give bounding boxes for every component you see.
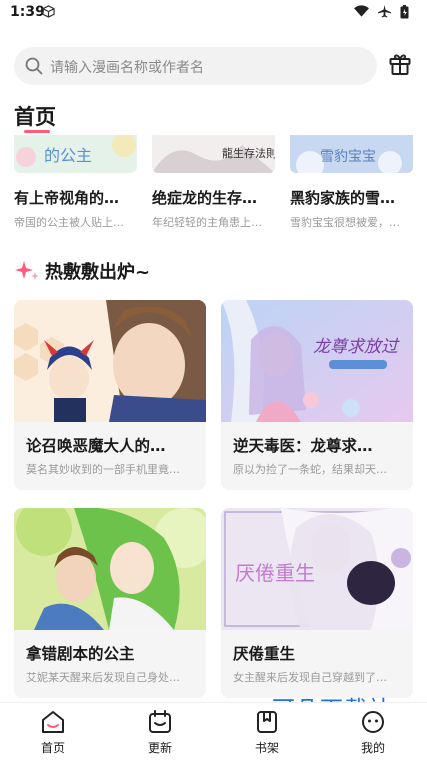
comic-title[interactable]: 有上帝视角的… [14, 187, 137, 208]
tab-label: 更新 [147, 741, 172, 755]
page-title: 首页 [14, 105, 56, 129]
wifi-icon [354, 5, 369, 17]
comic-title[interactable]: 厌倦重生 [233, 642, 403, 664]
search-placeholder[interactable]: 请输入漫画名称或作者名 [50, 57, 204, 77]
featured-card[interactable]: 的公主 有上帝视角的… 帝国的公主被人贴上… [14, 135, 137, 230]
comic-description: 原以为捡了一条蛇，结果却天… [233, 463, 387, 476]
tab-label: 书架 [254, 741, 279, 755]
gift-icon[interactable] [388, 52, 412, 76]
comic-description: 帝国的公主被人贴上… [14, 216, 124, 229]
title-underline [24, 130, 50, 133]
bottom-tab-bar: 首页 更新 书架 我的 [0, 702, 427, 760]
search-bar[interactable]: 请输入漫画名称或作者名 [14, 47, 377, 85]
search-icon [25, 57, 43, 75]
airplane-mode-icon [378, 5, 391, 18]
comic-cover[interactable]: 的公主 [14, 135, 137, 173]
sparkle-icon [15, 261, 39, 280]
comic-description: 莫名其妙收到的一部手机里竟… [26, 463, 180, 476]
bookmark-icon [257, 711, 277, 733]
comic-cover[interactable] [14, 300, 206, 422]
cover-title-text: 龙尊求放过 [313, 337, 400, 357]
tab-bookshelf[interactable]: 书架 [227, 709, 307, 756]
comic-card[interactable]: 龙尊求放过 逆天毒医：龙尊求… 原以为捡了一条蛇，结果却天… [221, 300, 413, 490]
comic-title[interactable]: 逆天毒医：龙尊求… [233, 434, 403, 456]
cover-title-text: 厌倦重生 [235, 561, 315, 585]
featured-card[interactable]: 雪豹宝宝 黑豹家族的雪… 雪豹宝宝很想被爱，… [290, 135, 413, 230]
tab-label: 首页 [40, 741, 65, 755]
comic-description: 年纪轻轻的主角患上… [152, 216, 262, 229]
comic-title[interactable]: 论召唤恶魔大人的… [26, 434, 196, 456]
comic-title[interactable]: 黑豹家族的雪… [290, 187, 413, 208]
featured-card[interactable]: 龍生存法則 绝症龙的生存… 年纪轻轻的主角患上… [152, 135, 275, 230]
comic-cover[interactable]: 龙尊求放过 [221, 300, 413, 422]
home-icon [42, 711, 64, 733]
section-title: 热敷敷出炉~ [45, 262, 151, 283]
cover-title-text: 龍生存法則 [222, 146, 275, 160]
profile-icon [362, 711, 384, 733]
comic-title[interactable]: 绝症龙的生存… [152, 187, 275, 208]
comic-card[interactable]: 拿错剧本的公主 艾妮某天醒来后发现自己身处… [14, 508, 206, 698]
comic-cover[interactable]: 厌倦重生 [221, 508, 413, 630]
tab-label: 我的 [360, 741, 385, 755]
comic-description: 艾妮某天醒来后发现自己身处… [26, 671, 180, 684]
comic-title[interactable]: 拿错剧本的公主 [26, 642, 196, 664]
comic-cover[interactable]: 雪豹宝宝 [290, 135, 413, 173]
notification-cube-icon [42, 5, 55, 18]
comic-card[interactable]: 论召唤恶魔大人的… 莫名其妙收到的一部手机里竟… [14, 300, 206, 490]
status-bar: 1:39 [0, 0, 427, 26]
calendar-icon [149, 710, 171, 733]
battery-icon [400, 5, 409, 19]
comic-description: 女主醒来后发现自己穿越到了… [233, 671, 387, 684]
comic-description: 雪豹宝宝很想被爱，… [290, 216, 400, 229]
tab-home[interactable]: 首页 [13, 709, 93, 756]
comic-cover[interactable] [14, 508, 206, 630]
comic-card[interactable]: 厌倦重生 厌倦重生 女主醒来后发现自己穿越到了… [221, 508, 413, 698]
tab-updates[interactable]: 更新 [120, 709, 200, 756]
comic-cover[interactable]: 龍生存法則 [152, 135, 275, 173]
tab-profile[interactable]: 我的 [333, 709, 413, 756]
cover-title-text: 雪豹宝宝 [320, 149, 376, 165]
status-time: 1:39 [10, 4, 45, 20]
cover-title-text: 的公主 [44, 146, 92, 165]
featured-row: 的公主 有上帝视角的… 帝国的公主被人贴上… 龍生存法則 绝症龙的生存… 年纪轻… [14, 135, 427, 235]
